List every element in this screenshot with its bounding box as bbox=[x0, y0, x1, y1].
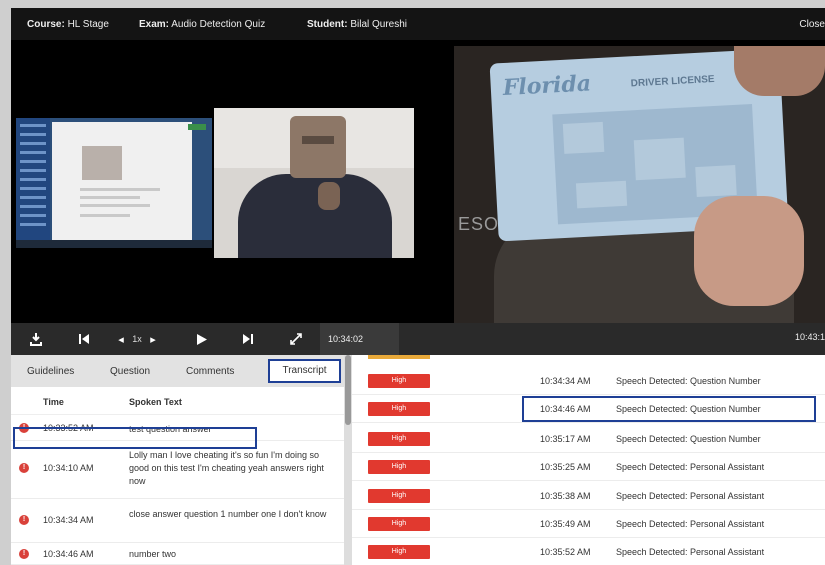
current-timestamp: 10:34:02 bbox=[320, 323, 399, 355]
scrollbar-thumb[interactable] bbox=[345, 355, 351, 425]
event-row[interactable]: High 10:35:49 AM Speech Detected: Person… bbox=[352, 510, 825, 538]
event-row[interactable]: High 10:34:34 AM Speech Detected: Questi… bbox=[352, 367, 825, 395]
download-icon bbox=[30, 333, 42, 346]
skip-forward-button[interactable] bbox=[237, 323, 259, 355]
screen-recording-video[interactable] bbox=[16, 118, 212, 248]
tab-comments[interactable]: Comments bbox=[186, 366, 234, 377]
chevron-right-icon: ▸ bbox=[150, 333, 156, 346]
speed-decrease-button[interactable]: ◂ bbox=[115, 323, 127, 355]
event-row[interactable]: High 10:35:17 AM Speech Detected: Questi… bbox=[352, 425, 825, 453]
event-time: 10:35:38 AM bbox=[540, 491, 591, 501]
event-description: Speech Detected: Personal Assistant bbox=[616, 519, 765, 529]
expand-icon bbox=[290, 333, 302, 345]
event-description: Speech Detected: Personal Assistant bbox=[616, 462, 765, 472]
severity-badge: High bbox=[368, 402, 430, 416]
event-time: 10:35:52 AM bbox=[540, 547, 591, 557]
download-button[interactable] bbox=[25, 323, 47, 355]
event-time: 10:35:49 AM bbox=[540, 519, 591, 529]
col-time-header: Time bbox=[43, 397, 64, 407]
severity-badge: High bbox=[368, 460, 430, 474]
transcript-scrollbar[interactable] bbox=[344, 355, 352, 565]
transcript-panel: Guidelines Question Comments Transcript … bbox=[11, 355, 344, 565]
events-panel: High 10:34:34 AM Speech Detected: Questi… bbox=[352, 355, 825, 565]
student-info: Student: Bilal Qureshi bbox=[307, 19, 408, 30]
skip-forward-icon bbox=[243, 334, 253, 344]
severity-badge: High bbox=[368, 489, 430, 503]
transcript-row[interactable]: ! 10:34:10 AM Lolly man I love cheating … bbox=[11, 441, 344, 499]
row-time: 10:34:34 AM bbox=[43, 515, 94, 525]
video-area: ESOME Florida DRIVER LICENSE bbox=[11, 40, 825, 323]
highlight-box bbox=[13, 427, 257, 449]
event-description: Speech Detected: Personal Assistant bbox=[616, 491, 765, 501]
header-bar: Course: HL Stage Exam: Audio Detection Q… bbox=[11, 8, 825, 40]
skip-back-icon bbox=[79, 334, 89, 344]
skip-back-button[interactable] bbox=[73, 323, 95, 355]
tab-bar: Guidelines Question Comments Transcript bbox=[11, 355, 344, 387]
tab-question[interactable]: Question bbox=[110, 366, 150, 377]
severity-badge: High bbox=[368, 517, 430, 531]
play-icon bbox=[197, 333, 207, 345]
event-time: 10:34:34 AM bbox=[540, 376, 591, 386]
event-row[interactable]: High 10:35:52 AM Speech Detected: Person… bbox=[352, 538, 825, 565]
row-time: 10:34:10 AM bbox=[43, 463, 94, 473]
tab-transcript[interactable]: Transcript bbox=[268, 359, 341, 383]
fullscreen-button[interactable] bbox=[285, 323, 307, 355]
warning-icon: ! bbox=[19, 549, 29, 559]
severity-badge: High bbox=[368, 374, 430, 388]
event-description: Speech Detected: Question Number bbox=[616, 434, 761, 444]
transcript-row[interactable]: ! 10:34:46 AM number two bbox=[11, 543, 344, 565]
event-time: 10:35:25 AM bbox=[540, 462, 591, 472]
tab-guidelines[interactable]: Guidelines bbox=[27, 366, 74, 377]
col-spoken-header: Spoken Text bbox=[129, 397, 182, 407]
end-timestamp: 10:43:1 bbox=[794, 332, 825, 342]
exam-info: Exam: Audio Detection Quiz bbox=[139, 19, 266, 30]
license-state-text: Florida bbox=[502, 70, 592, 102]
row-spoken-text: number two bbox=[129, 549, 177, 559]
event-description: Speech Detected: Personal Assistant bbox=[616, 547, 765, 557]
playback-controls: ◂ 1x ▸ 10:34:02 10:43:1 bbox=[11, 323, 825, 355]
row-time: 10:34:46 AM bbox=[43, 549, 94, 559]
severity-badge: High bbox=[368, 432, 430, 446]
license-type-text: DRIVER LICENSE bbox=[630, 73, 715, 90]
event-time: 10:35:17 AM bbox=[540, 434, 591, 444]
webcam-video[interactable] bbox=[214, 108, 414, 258]
proctor-review-window: Course: HL Stage Exam: Audio Detection Q… bbox=[11, 8, 825, 565]
chevron-left-icon: ◂ bbox=[118, 333, 124, 346]
course-info: Course: HL Stage bbox=[27, 19, 109, 30]
speed-increase-button[interactable]: ▸ bbox=[147, 323, 159, 355]
transcript-header: Time Spoken Text bbox=[11, 387, 344, 415]
transcript-row[interactable]: ! 10:34:34 AM close answer question 1 nu… bbox=[11, 499, 344, 543]
play-button[interactable] bbox=[191, 323, 213, 355]
partial-badge bbox=[368, 355, 430, 359]
highlight-box bbox=[522, 396, 816, 422]
event-description: Speech Detected: Question Number bbox=[616, 376, 761, 386]
warning-icon: ! bbox=[19, 515, 29, 525]
event-row[interactable]: High 10:35:25 AM Speech Detected: Person… bbox=[352, 453, 825, 481]
row-spoken-text: Lolly man I love cheating it's so fun I'… bbox=[129, 450, 324, 486]
warning-icon: ! bbox=[19, 463, 29, 473]
event-row[interactable]: High 10:35:38 AM Speech Detected: Person… bbox=[352, 482, 825, 510]
severity-badge: High bbox=[368, 545, 430, 559]
id-verification-video[interactable]: ESOME Florida DRIVER LICENSE bbox=[454, 46, 825, 323]
playback-speed: 1x bbox=[132, 334, 142, 344]
row-spoken-text: close answer question 1 number one I don… bbox=[129, 509, 327, 519]
close-button[interactable]: Close bbox=[799, 19, 825, 30]
